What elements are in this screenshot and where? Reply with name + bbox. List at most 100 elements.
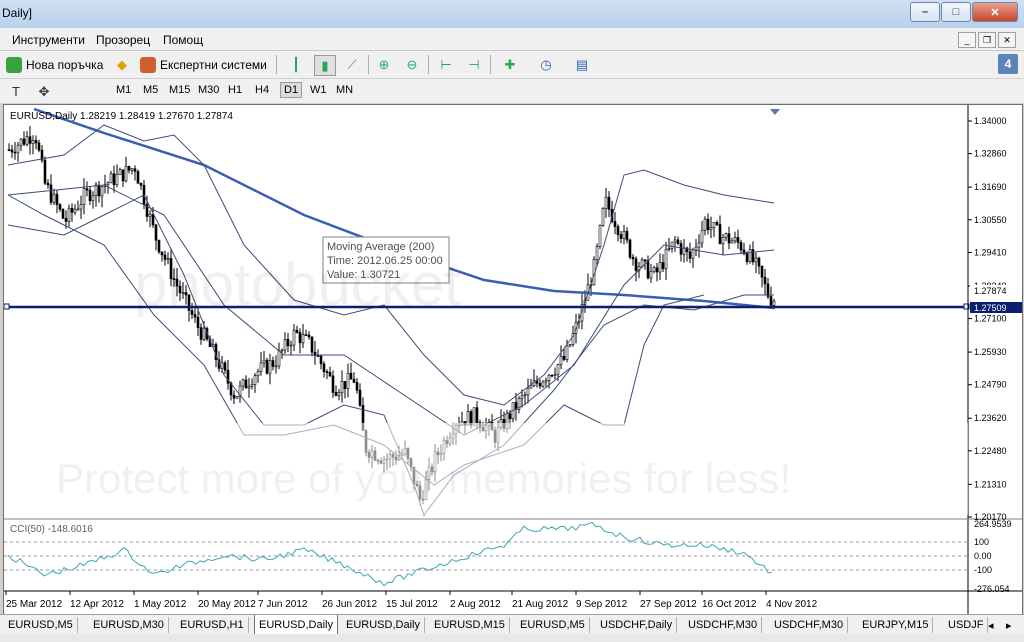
chart-window[interactable]: 1.340001.328601.316901.305501.294101.282… bbox=[3, 104, 1023, 616]
chart-tab[interactable]: EURUSD,M5 bbox=[4, 617, 78, 633]
notification-badge[interactable]: 4 bbox=[998, 54, 1018, 74]
candle-bear bbox=[37, 142, 41, 151]
date-tick-label: 1 May 2012 bbox=[134, 599, 187, 610]
chart-tab[interactable]: EURUSD,M5 bbox=[516, 617, 590, 633]
tf-h4[interactable]: H4 bbox=[255, 84, 269, 96]
price-tick-label: 1.21310 bbox=[974, 479, 1007, 489]
candle-bull bbox=[118, 169, 122, 175]
candle-bear bbox=[475, 407, 479, 423]
candle-bear bbox=[127, 165, 131, 171]
date-tick-label: 27 Sep 2012 bbox=[640, 599, 697, 610]
candle-bear bbox=[139, 183, 143, 186]
minimize-button[interactable]: – bbox=[910, 2, 940, 22]
chart-shift-marker[interactable] bbox=[770, 109, 780, 115]
menu-tools[interactable]: Инструменти bbox=[12, 33, 85, 47]
tf-mn[interactable]: MN bbox=[336, 84, 353, 96]
candle-bear bbox=[676, 239, 680, 244]
candle-bear bbox=[718, 224, 722, 245]
separator bbox=[490, 55, 491, 74]
mdi-restore-button[interactable]: ❐ bbox=[978, 32, 996, 48]
tf-m5[interactable]: M5 bbox=[143, 84, 158, 96]
candle-bull bbox=[94, 184, 98, 197]
arrow-tool-icon[interactable]: ✥ bbox=[34, 82, 54, 101]
expert-systems-button[interactable]: Експертни системи bbox=[140, 55, 267, 74]
chart-tab[interactable]: EURUSD,M15 bbox=[430, 617, 510, 633]
chart-tab[interactable]: USDJF bbox=[944, 617, 989, 633]
candle-bull bbox=[241, 379, 245, 387]
candle-bull bbox=[79, 204, 83, 210]
maximize-button[interactable]: □ bbox=[941, 2, 971, 22]
candle-bear bbox=[763, 276, 767, 285]
chart-tab[interactable]: EURJPY,M15 bbox=[858, 617, 934, 633]
tab-scroll-left-icon[interactable]: ◂ bbox=[984, 617, 998, 633]
tf-m1[interactable]: M1 bbox=[116, 84, 131, 96]
chart-tab[interactable]: EURUSD,H1 bbox=[176, 617, 249, 633]
candle-bull bbox=[91, 195, 95, 202]
candle-bull bbox=[472, 407, 476, 426]
date-tick-label: 16 Oct 2012 bbox=[702, 599, 757, 610]
candle-bull bbox=[25, 136, 29, 145]
candle-bull bbox=[100, 186, 104, 197]
periods-icon[interactable]: ◷ bbox=[536, 55, 556, 74]
price-tick-label: 1.30550 bbox=[974, 215, 1007, 225]
text-tool-icon[interactable]: T bbox=[6, 82, 26, 101]
zoom-in-icon[interactable]: ⊕ bbox=[374, 55, 394, 74]
tab-scroll-right-icon[interactable]: ▸ bbox=[1002, 617, 1016, 633]
alert-icon[interactable]: ◆ bbox=[112, 55, 132, 74]
line-chart-icon[interactable]: ⟋ bbox=[342, 55, 362, 74]
date-tick-label: 25 Mar 2012 bbox=[6, 599, 63, 610]
mdi-close-button[interactable]: ✕ bbox=[998, 32, 1016, 48]
tf-w1[interactable]: W1 bbox=[310, 84, 327, 96]
chart-tab-active[interactable]: EURUSD,Daily bbox=[254, 615, 338, 635]
bar-chart-icon[interactable]: ┃ bbox=[286, 55, 306, 74]
price-tick-label: 1.23620 bbox=[974, 413, 1007, 423]
chart-tab[interactable]: USDCHF,M30 bbox=[684, 617, 763, 633]
date-tick-label: 2 Aug 2012 bbox=[450, 599, 501, 610]
price-chart[interactable]: 1.340001.328601.316901.305501.294101.282… bbox=[4, 105, 1022, 615]
candle-chart-icon[interactable]: ▮ bbox=[314, 55, 336, 76]
candle-bear bbox=[358, 389, 362, 406]
chart-shift-icon[interactable]: ⊣ bbox=[464, 55, 484, 74]
candle-bull bbox=[76, 208, 80, 211]
candle-bull bbox=[568, 344, 572, 347]
candle-bear bbox=[706, 218, 710, 231]
candle-bull bbox=[565, 345, 569, 360]
candle-bull bbox=[667, 248, 671, 250]
indicators-icon[interactable]: ✚ bbox=[500, 55, 520, 74]
menu-help[interactable]: Помощ bbox=[163, 33, 203, 47]
candle-bull bbox=[253, 375, 257, 385]
candle-bull bbox=[670, 241, 674, 249]
candle-bear bbox=[199, 327, 203, 340]
hline-handle-left[interactable] bbox=[4, 303, 10, 310]
chart-tab[interactable]: USDCHF,M30 bbox=[770, 617, 849, 633]
close-button[interactable]: ✕ bbox=[972, 2, 1018, 22]
candle-bear bbox=[679, 243, 683, 255]
auto-scroll-icon[interactable]: ⊢ bbox=[436, 55, 456, 74]
date-tick-label: 15 Jul 2012 bbox=[386, 599, 438, 610]
candle-bear bbox=[316, 355, 320, 357]
candle-bear bbox=[13, 151, 17, 154]
candle-bear bbox=[310, 336, 314, 353]
mdi-minimize-button[interactable]: _ bbox=[958, 32, 976, 48]
tf-m15[interactable]: M15 bbox=[169, 84, 190, 96]
chart-tab[interactable]: EURUSD,M30 bbox=[89, 617, 169, 633]
candle-bull bbox=[130, 168, 134, 171]
tf-m30[interactable]: M30 bbox=[198, 84, 219, 96]
new-order-button[interactable]: Нова поръчка bbox=[6, 55, 103, 74]
tf-h1[interactable]: H1 bbox=[228, 84, 242, 96]
candle-bull bbox=[691, 249, 695, 259]
candle-bear bbox=[625, 231, 629, 241]
zoom-out-icon[interactable]: ⊖ bbox=[402, 55, 422, 74]
tf-d1[interactable]: D1 bbox=[280, 82, 303, 98]
templates-icon[interactable]: ▤ bbox=[572, 55, 592, 74]
chart-tab[interactable]: USDCHF,Daily bbox=[596, 617, 678, 633]
candle-bull bbox=[124, 165, 128, 182]
cci-tick-label: 0.00 bbox=[974, 551, 992, 561]
price-tick-label: 1.31690 bbox=[974, 182, 1007, 192]
candle-bear bbox=[70, 207, 74, 213]
candle-bear bbox=[562, 355, 566, 360]
menu-window[interactable]: Прозорец bbox=[96, 33, 150, 47]
chart-tab[interactable]: EURUSD,Daily bbox=[342, 617, 425, 633]
date-tick-label: 9 Sep 2012 bbox=[576, 599, 628, 610]
candle-bear bbox=[319, 355, 323, 365]
